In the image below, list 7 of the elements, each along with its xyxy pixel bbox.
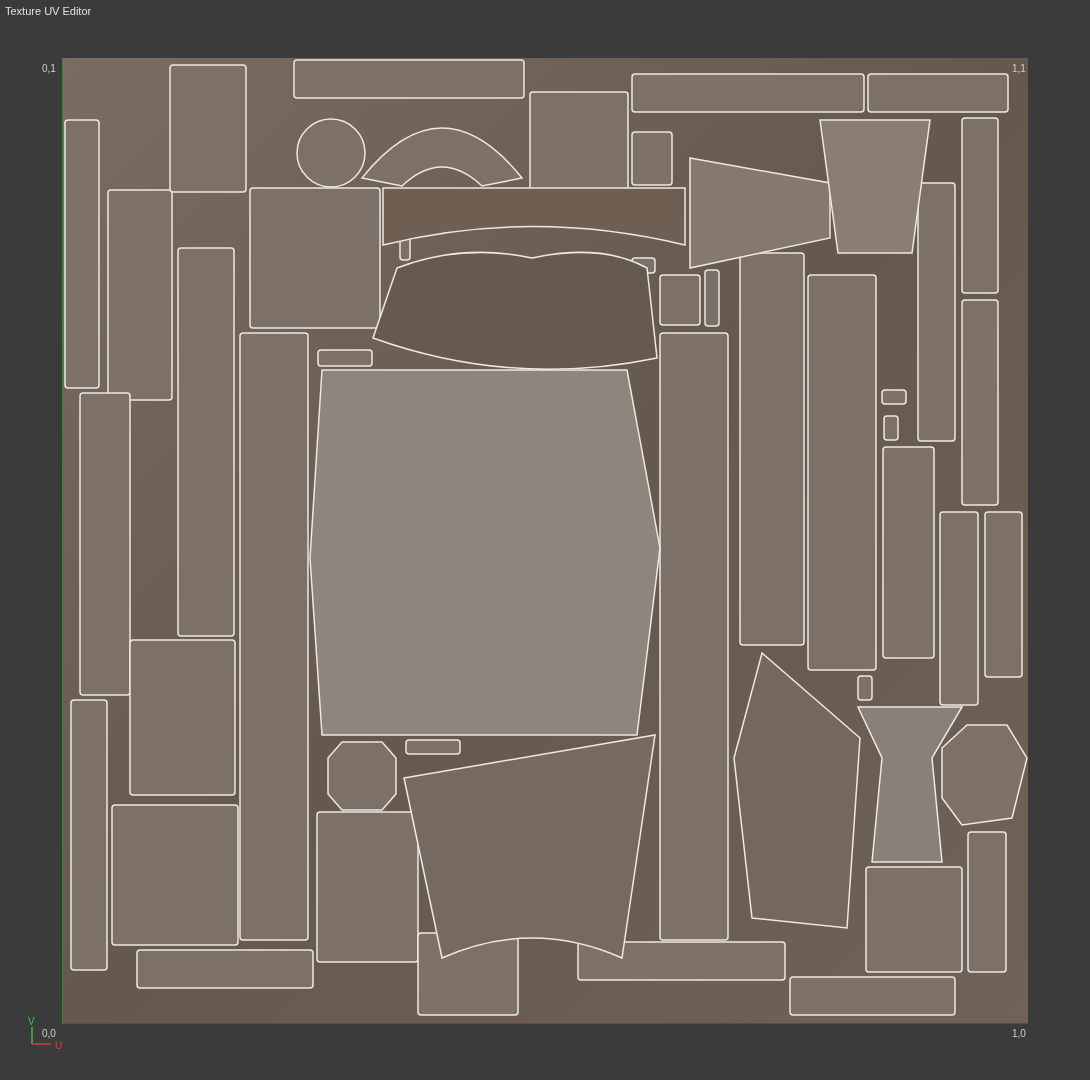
uv-coordinate-label: 1,1 <box>1012 63 1026 74</box>
uv-coordinate-label: 0,0 <box>42 1028 56 1039</box>
uv-coordinate-label: 0,1 <box>42 63 56 74</box>
u-axis-label: U <box>55 1040 63 1051</box>
window-title: Texture UV Editor <box>5 5 92 17</box>
uv-coordinate-label: 1,0 <box>1012 1028 1026 1039</box>
v-axis-label: V <box>28 1016 35 1027</box>
